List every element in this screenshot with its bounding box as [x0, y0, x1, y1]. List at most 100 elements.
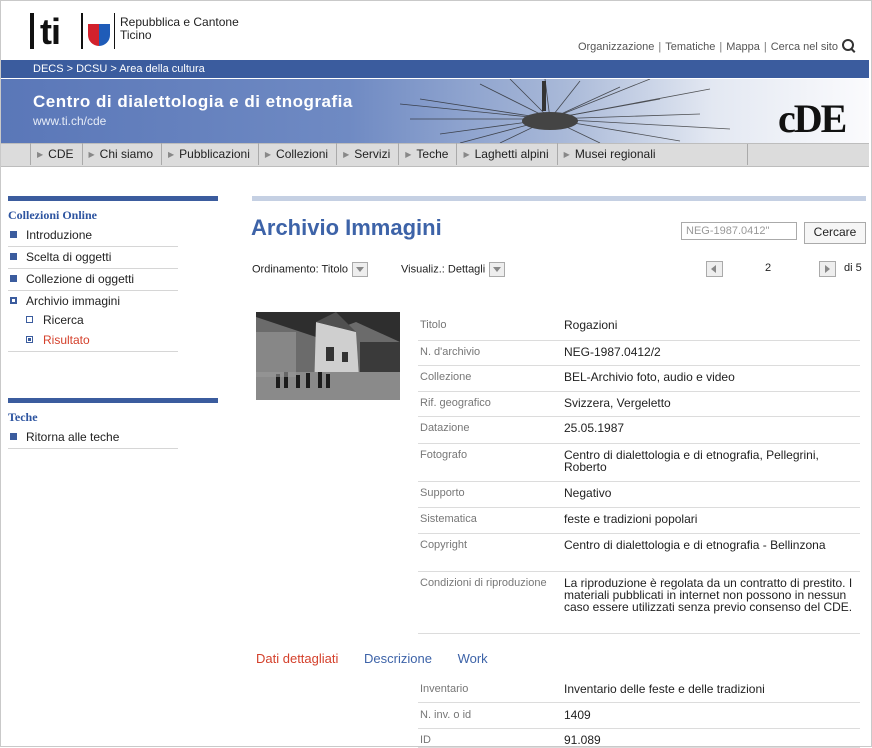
detail-key: Datazione — [420, 422, 470, 434]
nav-label: Collezioni — [276, 147, 329, 161]
detail-key: Supporto — [420, 487, 465, 499]
detail-value: Rogazioni — [564, 318, 618, 332]
banner-url[interactable]: www.ti.ch/cde — [33, 114, 106, 128]
result-thumbnail[interactable] — [256, 312, 400, 400]
detail-row: ID 91.089 — [418, 728, 860, 748]
detail-key: Condizioni di riproduzione — [420, 577, 547, 589]
detail-row: Copyright Centro di dialettologia e di et… — [418, 533, 860, 572]
logo-divider — [81, 13, 83, 49]
page-title: Archivio Immagini — [251, 215, 442, 240]
view-label: Visualiz.: — [401, 263, 445, 276]
detail-row: N. d'archivio NEG-1987.0412/2 — [418, 340, 860, 366]
detail-row: Titolo Rogazioni — [418, 313, 860, 341]
sidebar-subitem-risultato[interactable]: Risultato — [8, 330, 178, 352]
tab-descrizione[interactable]: Descrizione — [364, 651, 432, 666]
sort-value[interactable]: Titolo — [322, 263, 349, 275]
logo-divider — [114, 13, 115, 49]
triangle-right-icon: ▶ — [463, 150, 470, 159]
detail-value: Centro di dialettologia e di etnografia … — [564, 538, 826, 552]
detail-row: Inventario Inventario delle feste e delle… — [418, 677, 860, 703]
detail-value: 91.089 — [564, 733, 601, 747]
ticino-logo[interactable]: ti — [40, 14, 61, 50]
nav-item-teche[interactable]: ▶ Teche — [398, 143, 456, 165]
search-button[interactable]: Cercare — [804, 222, 866, 244]
bullet-icon — [10, 253, 17, 260]
detail-row: Sistematica feste e tradizioni popolari — [418, 507, 860, 534]
sort-label: Ordinamento: — [252, 263, 319, 276]
urchin-illustration — [400, 79, 731, 143]
page-total: di 5 — [844, 262, 862, 274]
nav-label: Musei regionali — [574, 147, 656, 161]
view-value[interactable]: Dettagli — [448, 263, 485, 275]
detail-value: La riproduzione è regolata da un contrat… — [564, 576, 853, 614]
dropdown-arrow-icon[interactable] — [352, 262, 369, 277]
nav-item-collezioni[interactable]: ▶ Collezioni — [257, 143, 336, 165]
sort-control: Ordinamento: Titolo — [252, 262, 369, 277]
detail-key: Fotografo — [420, 449, 468, 461]
sidebar-item-collezione[interactable]: Collezione di oggetti — [8, 269, 178, 291]
sidebar-heading-collezioni: Collezioni Online — [8, 208, 98, 222]
tab-dati-dettagliati[interactable]: Dati dettagliati — [256, 651, 338, 666]
sidebar-item-label: Archivio immagini — [26, 294, 121, 308]
nav-divider — [747, 144, 748, 165]
triangle-right-icon: ▶ — [264, 150, 272, 159]
sidebar-item-label: Risultato — [43, 333, 90, 347]
sidebar-item-archivio[interactable]: Archivio immagini — [8, 291, 178, 312]
search-input[interactable] — [681, 222, 797, 240]
detail-tabs: Dati dettagliati Descrizione Work — [256, 651, 510, 666]
sidebar-item-introduzione[interactable]: Introduzione — [8, 225, 178, 247]
sidebar-subitem-ricerca[interactable]: Ricerca — [8, 310, 178, 331]
logo-bar — [30, 13, 34, 49]
top-link-mappa[interactable]: Mappa — [726, 41, 760, 53]
nav-label: Laghetti alpini — [474, 147, 549, 161]
nav-item-chi-siamo[interactable]: ▶ Chi siamo — [81, 143, 162, 165]
top-link-organizzazione[interactable]: Organizzazione — [578, 41, 654, 53]
org-name: Repubblica e Cantone Ticino — [120, 15, 239, 42]
detail-value: Inventario delle feste e delle tradizion… — [564, 682, 765, 696]
sidebar-rule — [8, 196, 218, 201]
dropdown-arrow-icon[interactable] — [489, 262, 506, 277]
detail-key: N. d'archivio — [420, 346, 481, 358]
nav-item-pubblicazioni[interactable]: ▶ Pubblicazioni — [161, 143, 258, 165]
detail-key: N. inv. o id — [420, 709, 472, 721]
detail-key: Collezione — [420, 371, 472, 383]
top-link-cerca[interactable]: Cerca nel sito — [771, 41, 838, 53]
search-icon[interactable] — [842, 39, 854, 51]
nav-item-laghetti-alpini[interactable]: ▶ Laghetti alpini — [456, 143, 556, 165]
nav-item-cde[interactable]: ▶ CDE — [30, 143, 82, 165]
top-links: Organizzazione | Tematiche | Mappa | Cerca nel… — [578, 38, 854, 53]
bullet-icon — [10, 275, 17, 282]
detail-row: Collezione BEL-Archivio foto, audio e vid… — [418, 365, 860, 392]
detail-value: feste e tradizioni popolari — [564, 512, 698, 526]
sidebar-item-ritorna[interactable]: Ritorna alle teche — [8, 427, 178, 449]
breadcrumb[interactable]: DECS > DCSU > Area della cultura — [33, 63, 205, 75]
tab-work[interactable]: Work — [458, 651, 488, 666]
prev-page-button[interactable] — [706, 261, 723, 277]
detail-key: Inventario — [420, 683, 469, 695]
bullet-open-icon — [10, 297, 17, 304]
detail-value: Svizzera, Vergeletto — [564, 396, 671, 410]
detail-row: N. inv. o id 1409 — [418, 703, 860, 729]
detail-value: NEG-1987.0412/2 — [564, 345, 661, 359]
triangle-right-icon: ▶ — [563, 150, 570, 159]
cde-logo: cDE — [778, 96, 847, 141]
sidebar-rule — [8, 398, 218, 403]
top-link-tematiche[interactable]: Tematiche — [665, 41, 715, 53]
detail-key: Copyright — [420, 539, 468, 551]
detail-value: 1409 — [564, 708, 591, 722]
bullet-icon — [10, 433, 17, 440]
nav-label: Teche — [416, 147, 449, 161]
nav-item-musei-regionali[interactable]: ▶ Musei regionali — [556, 143, 664, 165]
bullet-icon — [26, 316, 33, 323]
detail-value: Centro di dialettologia e di etnografia,… — [564, 448, 819, 474]
triangle-right-icon: ▶ — [168, 150, 175, 159]
nav-label: Servizi — [354, 147, 391, 161]
sidebar-item-label: Scelta di oggetti — [26, 250, 112, 264]
detail-row: Condizioni di riproduzione La riproduzion… — [418, 571, 860, 634]
next-page-button[interactable] — [819, 261, 836, 277]
nav-item-servizi[interactable]: ▶ Servizi — [336, 143, 398, 165]
triangle-right-icon: ▶ — [37, 150, 44, 159]
canton-shield-icon — [88, 24, 110, 46]
bullet-icon — [10, 231, 17, 238]
sidebar-item-scelta[interactable]: Scelta di oggetti — [8, 247, 178, 269]
